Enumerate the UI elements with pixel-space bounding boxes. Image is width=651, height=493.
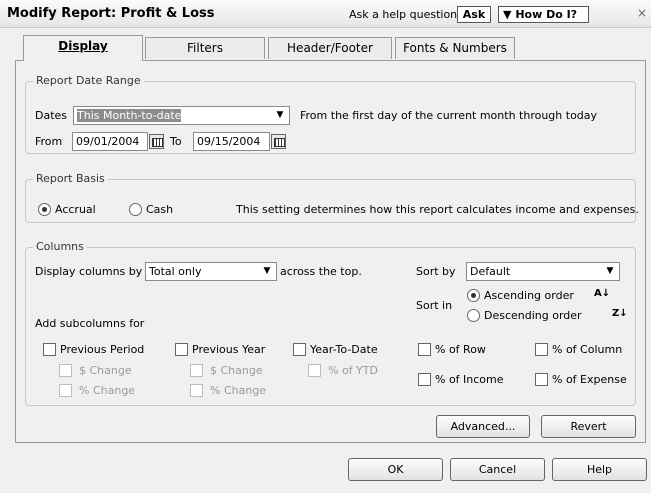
- previous-period-checkbox[interactable]: [43, 343, 56, 356]
- sort-ascending-icon: A↓: [594, 288, 611, 299]
- previous-period-label: Previous Period: [60, 343, 145, 356]
- descending-label: Descending order: [484, 309, 582, 322]
- dates-label: Dates: [35, 109, 68, 122]
- chevron-down-icon: ▼: [263, 266, 271, 276]
- year-to-date-label: Year-To-Date: [310, 343, 378, 356]
- from-label: From: [35, 135, 63, 148]
- dates-dropdown[interactable]: This Month-to-date ▼: [73, 106, 290, 125]
- pp-dollar-change-label: $ Change: [79, 364, 132, 377]
- calendar-icon[interactable]: [149, 134, 164, 149]
- ok-button[interactable]: OK: [348, 458, 443, 481]
- report-date-range-legend: Report Date Range: [33, 74, 144, 87]
- across-label: across the top.: [280, 265, 362, 278]
- percent-of-row-label: % of Row: [435, 343, 486, 356]
- accrual-label: Accrual: [55, 203, 96, 216]
- percent-of-row-checkbox[interactable]: [418, 343, 431, 356]
- tab-header-footer[interactable]: Header/Footer: [268, 37, 392, 59]
- how-do-i-button[interactable]: ▼ How Do I?: [498, 6, 589, 23]
- cash-radio[interactable]: [129, 203, 142, 216]
- py-dollar-change-label: $ Change: [210, 364, 263, 377]
- dates-value: This Month-to-date: [77, 109, 182, 122]
- previous-year-checkbox[interactable]: [175, 343, 188, 356]
- basis-description: This setting determines how this report …: [236, 203, 639, 216]
- columns-legend: Columns: [33, 240, 87, 253]
- tab-fonts-numbers-label: Fonts & Numbers: [403, 41, 507, 55]
- accrual-radio[interactable]: [38, 203, 51, 216]
- report-basis-group: [25, 179, 636, 223]
- percent-of-ytd-label: % of YTD: [328, 364, 378, 377]
- percent-of-income-checkbox[interactable]: [418, 373, 431, 386]
- cancel-button[interactable]: Cancel: [450, 458, 545, 481]
- descending-radio[interactable]: [467, 309, 480, 322]
- help-prompt: Ask a help question: [349, 8, 458, 21]
- cash-label: Cash: [146, 203, 174, 216]
- display-tab-panel: Report Date Range Dates This Month-to-da…: [15, 60, 646, 443]
- pp-percent-change-checkbox[interactable]: [59, 384, 72, 397]
- title-bar: Modify Report: Profit & Loss Ask a help …: [0, 0, 651, 28]
- pp-dollar-change-checkbox[interactable]: [59, 364, 72, 377]
- modify-report-window: Modify Report: Profit & Loss Ask a help …: [0, 0, 651, 493]
- previous-year-label: Previous Year: [192, 343, 266, 356]
- how-do-i-label: How Do I?: [515, 8, 578, 21]
- calendar-icon[interactable]: [271, 134, 286, 149]
- dates-description: From the first day of the current month …: [300, 109, 598, 122]
- percent-of-expense-label: % of Expense: [552, 373, 627, 386]
- from-date-input[interactable]: 09/01/2004: [72, 132, 148, 151]
- close-icon[interactable]: ×: [637, 6, 647, 20]
- add-subcolumns-label: Add subcolumns for: [35, 317, 145, 330]
- py-percent-change-checkbox[interactable]: [190, 384, 203, 397]
- tab-display-label: Display: [58, 39, 108, 53]
- sort-by-label: Sort by: [416, 265, 456, 278]
- tab-filters-label: Filters: [187, 41, 223, 55]
- to-label-text: To: [170, 135, 182, 148]
- py-dollar-change-checkbox[interactable]: [190, 364, 203, 377]
- help-button[interactable]: Help: [552, 458, 647, 481]
- display-columns-value: Total only: [149, 265, 202, 278]
- tab-display[interactable]: Display: [23, 35, 143, 61]
- py-percent-change-label: % Change: [210, 384, 267, 397]
- tab-header-footer-label: Header/Footer: [287, 41, 373, 55]
- percent-of-ytd-checkbox[interactable]: [308, 364, 321, 377]
- revert-button[interactable]: Revert: [541, 415, 636, 438]
- percent-of-column-checkbox[interactable]: [535, 343, 548, 356]
- year-to-date-checkbox[interactable]: [293, 343, 306, 356]
- percent-of-income-label: % of Income: [435, 373, 504, 386]
- tab-filters[interactable]: Filters: [145, 37, 265, 59]
- percent-of-column-label: % of Column: [552, 343, 623, 356]
- display-columns-label: Display columns by: [35, 265, 143, 278]
- sort-descending-icon: Z↓: [612, 308, 628, 319]
- display-columns-dropdown[interactable]: Total only ▼: [145, 262, 277, 281]
- to-date-input[interactable]: 09/15/2004: [193, 132, 270, 151]
- advanced-button[interactable]: Advanced...: [436, 415, 530, 438]
- report-basis-legend: Report Basis: [33, 172, 108, 185]
- sort-by-dropdown[interactable]: Default ▼: [466, 262, 620, 281]
- sort-in-label: Sort in: [416, 299, 453, 312]
- sort-by-value: Default: [470, 265, 511, 278]
- dropdown-arrow-icon: ▼: [503, 8, 512, 21]
- ask-button[interactable]: Ask: [457, 6, 491, 23]
- chevron-down-icon: ▼: [606, 266, 614, 276]
- window-title: Modify Report: Profit & Loss: [7, 6, 215, 21]
- percent-of-expense-checkbox[interactable]: [535, 373, 548, 386]
- tab-fonts-numbers[interactable]: Fonts & Numbers: [395, 37, 515, 59]
- ascending-label: Ascending order: [484, 289, 574, 302]
- pp-percent-change-label: % Change: [79, 384, 136, 397]
- ascending-radio[interactable]: [467, 289, 480, 302]
- chevron-down-icon: ▼: [276, 110, 284, 120]
